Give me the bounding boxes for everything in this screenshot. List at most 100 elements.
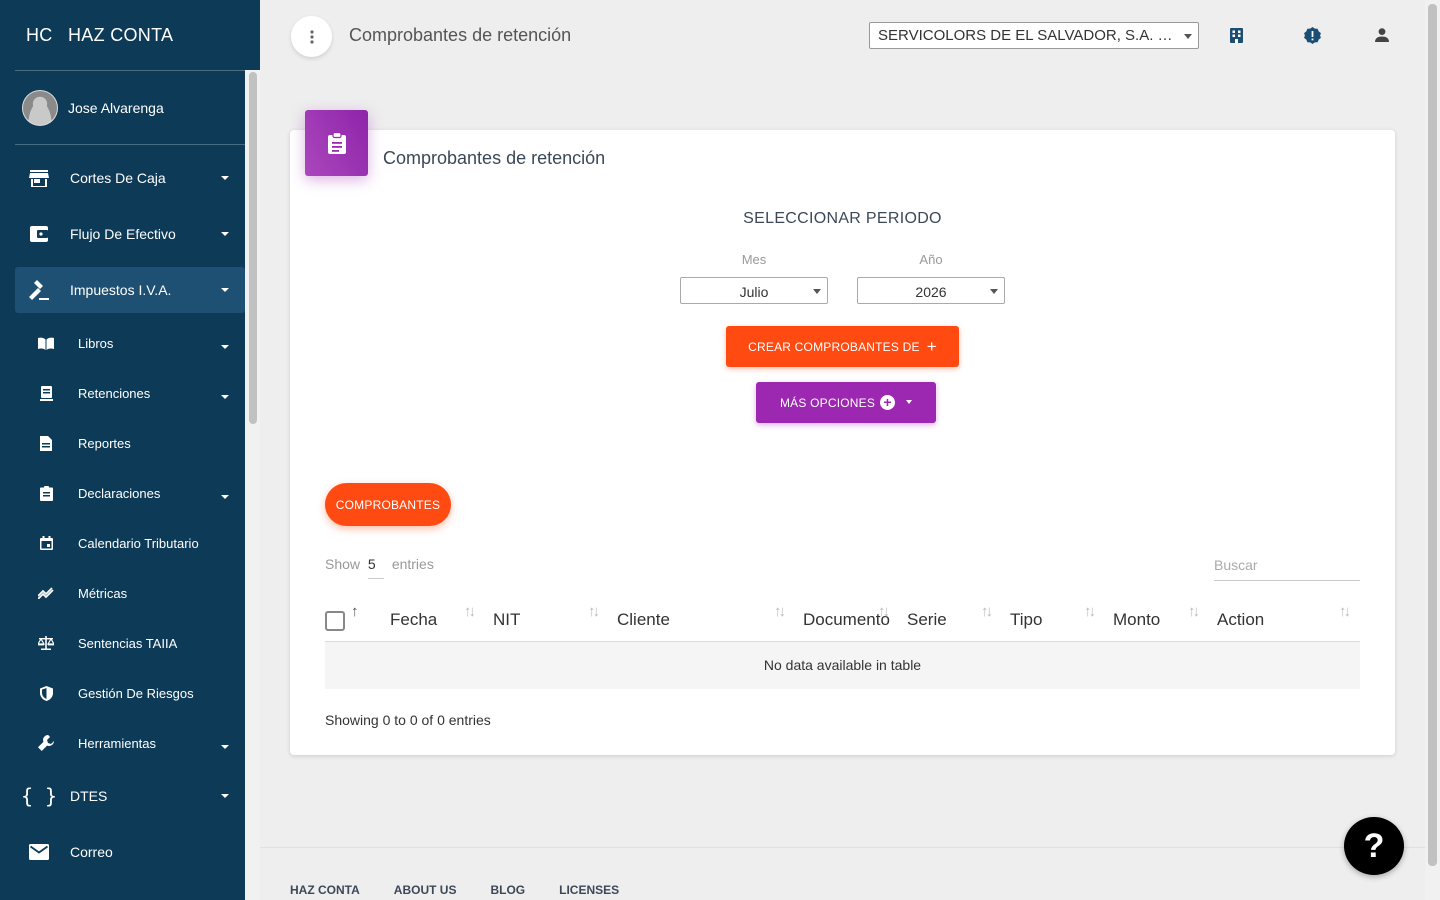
mas-opciones-label: MÁS OPCIONES bbox=[779, 395, 876, 410]
avatar bbox=[23, 90, 57, 125]
menu-toggle-button[interactable] bbox=[291, 16, 332, 57]
footer-link-about-us[interactable]: ABOUT US bbox=[394, 883, 457, 897]
sort-icon: ↑↓ bbox=[464, 603, 476, 620]
sidebar-item-flujo-de-efectivo[interactable]: Flujo De Efectivo bbox=[15, 211, 245, 257]
column-header-documento[interactable]: Documento ↑↓ bbox=[795, 596, 899, 642]
sort-icon: ↑↓ bbox=[774, 603, 786, 620]
footer-link-licenses[interactable]: LICENSES bbox=[559, 883, 619, 897]
sidebar-item-sentencias-taiia[interactable]: Sentencias TAIIA bbox=[15, 623, 245, 663]
search-input[interactable]: Buscar bbox=[1214, 557, 1360, 581]
wallet-icon bbox=[28, 225, 50, 243]
sidebar-item-label: Correo bbox=[70, 844, 113, 860]
crear-comprobantes-button[interactable]: CREAR COMPROBANTES DE + bbox=[726, 326, 959, 367]
column-header-monto[interactable]: Monto ↑↓ bbox=[1105, 596, 1209, 642]
receipt-icon bbox=[38, 385, 54, 401]
clipboard-icon bbox=[38, 485, 54, 501]
user-profile[interactable]: Jose Alvarenga bbox=[0, 71, 260, 144]
select-all-checkbox[interactable] bbox=[325, 610, 345, 631]
footer-nav: HAZ CONTA ABOUT US BLOG LICENSES bbox=[290, 883, 653, 897]
column-label: Serie bbox=[907, 609, 947, 629]
anio-select[interactable]: 2026 bbox=[857, 277, 1005, 304]
column-header-action[interactable]: Action ↑↓ bbox=[1209, 596, 1360, 642]
more-vertical-icon bbox=[309, 29, 314, 44]
column-label: Fecha bbox=[390, 609, 438, 629]
user-account-icon[interactable] bbox=[1373, 26, 1391, 44]
help-button[interactable]: ? bbox=[1344, 817, 1404, 875]
sidebar-item-label: Sentencias TAIIA bbox=[78, 635, 178, 651]
page-title: Comprobantes de retención bbox=[349, 25, 572, 45]
show-label: Show bbox=[325, 556, 361, 572]
sort-icon: ↑↓ bbox=[1188, 603, 1200, 620]
sidebar-item-correo[interactable]: Correo bbox=[15, 829, 245, 875]
gavel-icon bbox=[28, 279, 50, 301]
sidebar-item-impuestos-iva[interactable]: Impuestos I.V.A. bbox=[15, 267, 245, 313]
sort-icon: ↑↓ bbox=[1084, 603, 1096, 620]
sidebar-item-reportes[interactable]: Reportes bbox=[15, 423, 245, 463]
footer-divider bbox=[260, 847, 1425, 848]
footer-link-blog[interactable]: BLOG bbox=[490, 883, 525, 897]
column-header-tipo[interactable]: Tipo ↑↓ bbox=[1002, 596, 1105, 642]
calendar-icon bbox=[38, 536, 54, 550]
column-header-nit[interactable]: NIT ↑↓ bbox=[485, 596, 609, 642]
building-icon[interactable] bbox=[1227, 26, 1245, 44]
mes-label: Mes bbox=[741, 252, 767, 267]
footer-link-haz-conta[interactable]: HAZ CONTA bbox=[290, 883, 360, 897]
sidebar-item-label: Reportes bbox=[78, 435, 131, 451]
main-scrollbar-thumb[interactable] bbox=[1428, 4, 1437, 866]
select-all-column[interactable]: ↑ bbox=[325, 596, 382, 642]
book-icon bbox=[38, 337, 54, 350]
comprobantes-button[interactable]: COMPROBANTES bbox=[325, 483, 451, 526]
sidebar-item-cortes-de-caja[interactable]: Cortes De Caja bbox=[15, 155, 245, 201]
assignment-icon bbox=[327, 132, 346, 154]
chevron-down-icon bbox=[1184, 34, 1192, 39]
sidebar-item-libros[interactable]: Libros bbox=[15, 323, 245, 363]
sort-icon: ↑↓ bbox=[1339, 603, 1351, 620]
entries-length-control: Show 5 entries bbox=[325, 556, 434, 579]
entries-length-select[interactable]: 5 bbox=[367, 556, 384, 579]
chevron-down-icon bbox=[221, 288, 229, 292]
comprobantes-table: ↑ Fecha ↑↓ NIT ↑↓ Cliente ↑↓ Documento ↑↓ Se… bbox=[325, 596, 1360, 689]
sidebar-item-retenciones[interactable]: Retenciones bbox=[15, 373, 245, 413]
sidebar-item-declaraciones[interactable]: Declaraciones bbox=[15, 473, 245, 513]
alert-badge-icon[interactable] bbox=[1303, 26, 1321, 44]
mail-icon bbox=[28, 844, 50, 860]
chevron-down-icon bbox=[221, 176, 229, 180]
brand-mini: HC bbox=[26, 24, 53, 45]
braces-icon: { } bbox=[20, 784, 58, 808]
mas-opciones-button[interactable]: MÁS OPCIONES + bbox=[756, 382, 936, 423]
company-select-value: SERVICOLORS DE EL SALVADOR, S.A. DE C.V. bbox=[878, 27, 1199, 44]
sidebar-item-calendario-tributario[interactable]: Calendario Tributario bbox=[15, 523, 245, 563]
chevron-down-icon bbox=[221, 745, 229, 749]
sidebar-item-label: Herramientas bbox=[78, 735, 157, 751]
table-info: Showing 0 to 0 of 0 entries bbox=[325, 712, 491, 728]
sort-icon: ↑↓ bbox=[981, 603, 993, 620]
card-header-icon bbox=[305, 110, 368, 176]
brand-name: HAZ CONTA bbox=[68, 24, 174, 45]
column-header-serie[interactable]: Serie ↑↓ bbox=[899, 596, 1002, 642]
mes-select-value: Julio bbox=[739, 284, 769, 300]
brand[interactable]: HC HAZ CONTA bbox=[0, 0, 260, 70]
sidebar-scrollbar-thumb[interactable] bbox=[249, 72, 257, 424]
sidebar-item-label: Declaraciones bbox=[78, 485, 161, 501]
periodo-heading: SELECCIONAR PERIODO bbox=[743, 210, 942, 227]
column-header-fecha[interactable]: Fecha ↑↓ bbox=[382, 596, 485, 642]
sidebar: HC HAZ CONTA Jose Alvarenga Cortes De Ca… bbox=[0, 0, 260, 900]
chevron-down-icon bbox=[221, 395, 229, 399]
column-header-cliente[interactable]: Cliente ↑↓ bbox=[609, 596, 795, 642]
sidebar-item-label: Flujo De Efectivo bbox=[70, 226, 176, 242]
sidebar-item-label: Retenciones bbox=[78, 385, 151, 401]
sidebar-item-dtes[interactable]: { } DTES bbox=[15, 773, 245, 819]
sidebar-item-gestion-de-riesgos[interactable]: Gestión De Riesgos bbox=[15, 673, 245, 713]
chevron-down-icon bbox=[813, 289, 821, 294]
company-select[interactable]: SERVICOLORS DE EL SALVADOR, S.A. DE C.V. bbox=[869, 22, 1199, 49]
store-icon bbox=[28, 169, 50, 187]
mes-select[interactable]: Julio bbox=[680, 277, 828, 304]
sidebar-item-metricas[interactable]: Métricas bbox=[15, 573, 245, 613]
table-header-row: ↑ Fecha ↑↓ NIT ↑↓ Cliente ↑↓ Documento ↑↓ Se… bbox=[325, 596, 1360, 642]
chevron-down-icon bbox=[221, 232, 229, 236]
chevron-down-icon bbox=[221, 794, 229, 798]
sort-icon: ↑ bbox=[351, 603, 358, 620]
column-label: Monto bbox=[1113, 609, 1161, 629]
sidebar-item-label: Gestión De Riesgos bbox=[78, 685, 194, 701]
sidebar-item-herramientas[interactable]: Herramientas bbox=[15, 723, 245, 763]
